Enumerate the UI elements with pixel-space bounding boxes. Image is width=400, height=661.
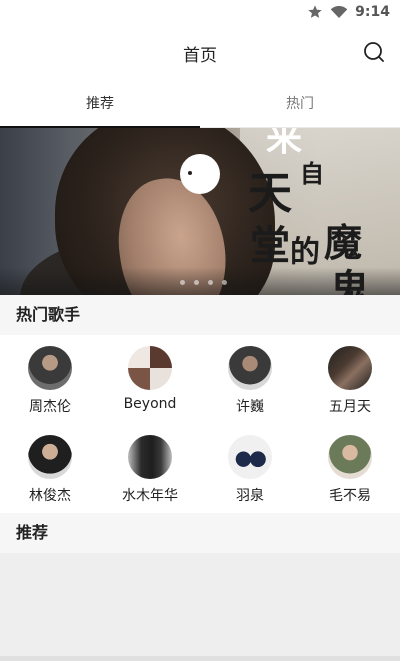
page-title: 首页: [183, 46, 217, 66]
star-icon: [308, 5, 322, 18]
singer-name: 林俊杰: [29, 488, 71, 504]
avatar: [328, 435, 372, 479]
carousel-dot: [194, 280, 199, 285]
singer-item[interactable]: 水木年华: [100, 424, 200, 513]
banner-disc-dot: [188, 171, 192, 175]
singer-name: 羽泉: [236, 488, 264, 504]
singer-name: 水木年华: [122, 488, 178, 504]
singer-item[interactable]: 五月天: [300, 335, 400, 424]
tab-bar: 推荐 热门: [0, 84, 400, 128]
recommend-list: [0, 553, 400, 661]
banner-char: 自: [300, 159, 324, 188]
singer-item[interactable]: 许巍: [200, 335, 300, 424]
banner-char: 的: [290, 235, 320, 270]
bottom-divider: [0, 656, 400, 661]
banner-char: 鬼: [330, 266, 370, 296]
carousel-indicator: [180, 280, 227, 285]
singer-item[interactable]: 林俊杰: [0, 424, 100, 513]
avatar: [28, 435, 72, 479]
singer-item[interactable]: Beyond: [100, 335, 200, 424]
singer-name: 周杰伦: [29, 399, 71, 415]
banner-char: 堂: [250, 222, 290, 269]
wifi-icon: [330, 6, 348, 18]
tab-recommend[interactable]: 推荐: [0, 84, 200, 128]
avatar: [228, 435, 272, 479]
status-time: 9:14: [355, 4, 390, 20]
singer-item[interactable]: 羽泉: [200, 424, 300, 513]
tab-hot[interactable]: 热门: [200, 84, 400, 128]
singer-item[interactable]: 毛不易: [300, 424, 400, 513]
singer-name: 许巍: [236, 399, 264, 415]
banner-char: 天: [248, 168, 292, 219]
avatar: [28, 346, 72, 390]
singer-name: 毛不易: [329, 488, 371, 504]
recommend-header: 推荐: [0, 513, 400, 553]
banner-char: 魔: [324, 220, 363, 265]
banner-disc: [180, 154, 220, 194]
banner-char: 来: [266, 128, 303, 159]
carousel-dot: [222, 280, 227, 285]
avatar: [328, 346, 372, 390]
avatar: [128, 346, 172, 390]
avatar: [228, 346, 272, 390]
singer-name: Beyond: [123, 396, 177, 412]
singer-item[interactable]: 周杰伦: [0, 335, 100, 424]
carousel-dot: [180, 280, 185, 285]
hot-singers-header: 热门歌手: [0, 295, 400, 335]
status-bar: 9:14: [0, 0, 400, 24]
carousel-dot: [208, 280, 213, 285]
singer-grid: 周杰伦 Beyond 许巍 五月天 林俊杰 水木年华 羽泉 毛不易: [0, 335, 400, 513]
app-bar: 首页: [0, 24, 400, 80]
search-icon[interactable]: [362, 40, 386, 64]
avatar: [128, 435, 172, 479]
singer-name: 五月天: [329, 399, 371, 415]
